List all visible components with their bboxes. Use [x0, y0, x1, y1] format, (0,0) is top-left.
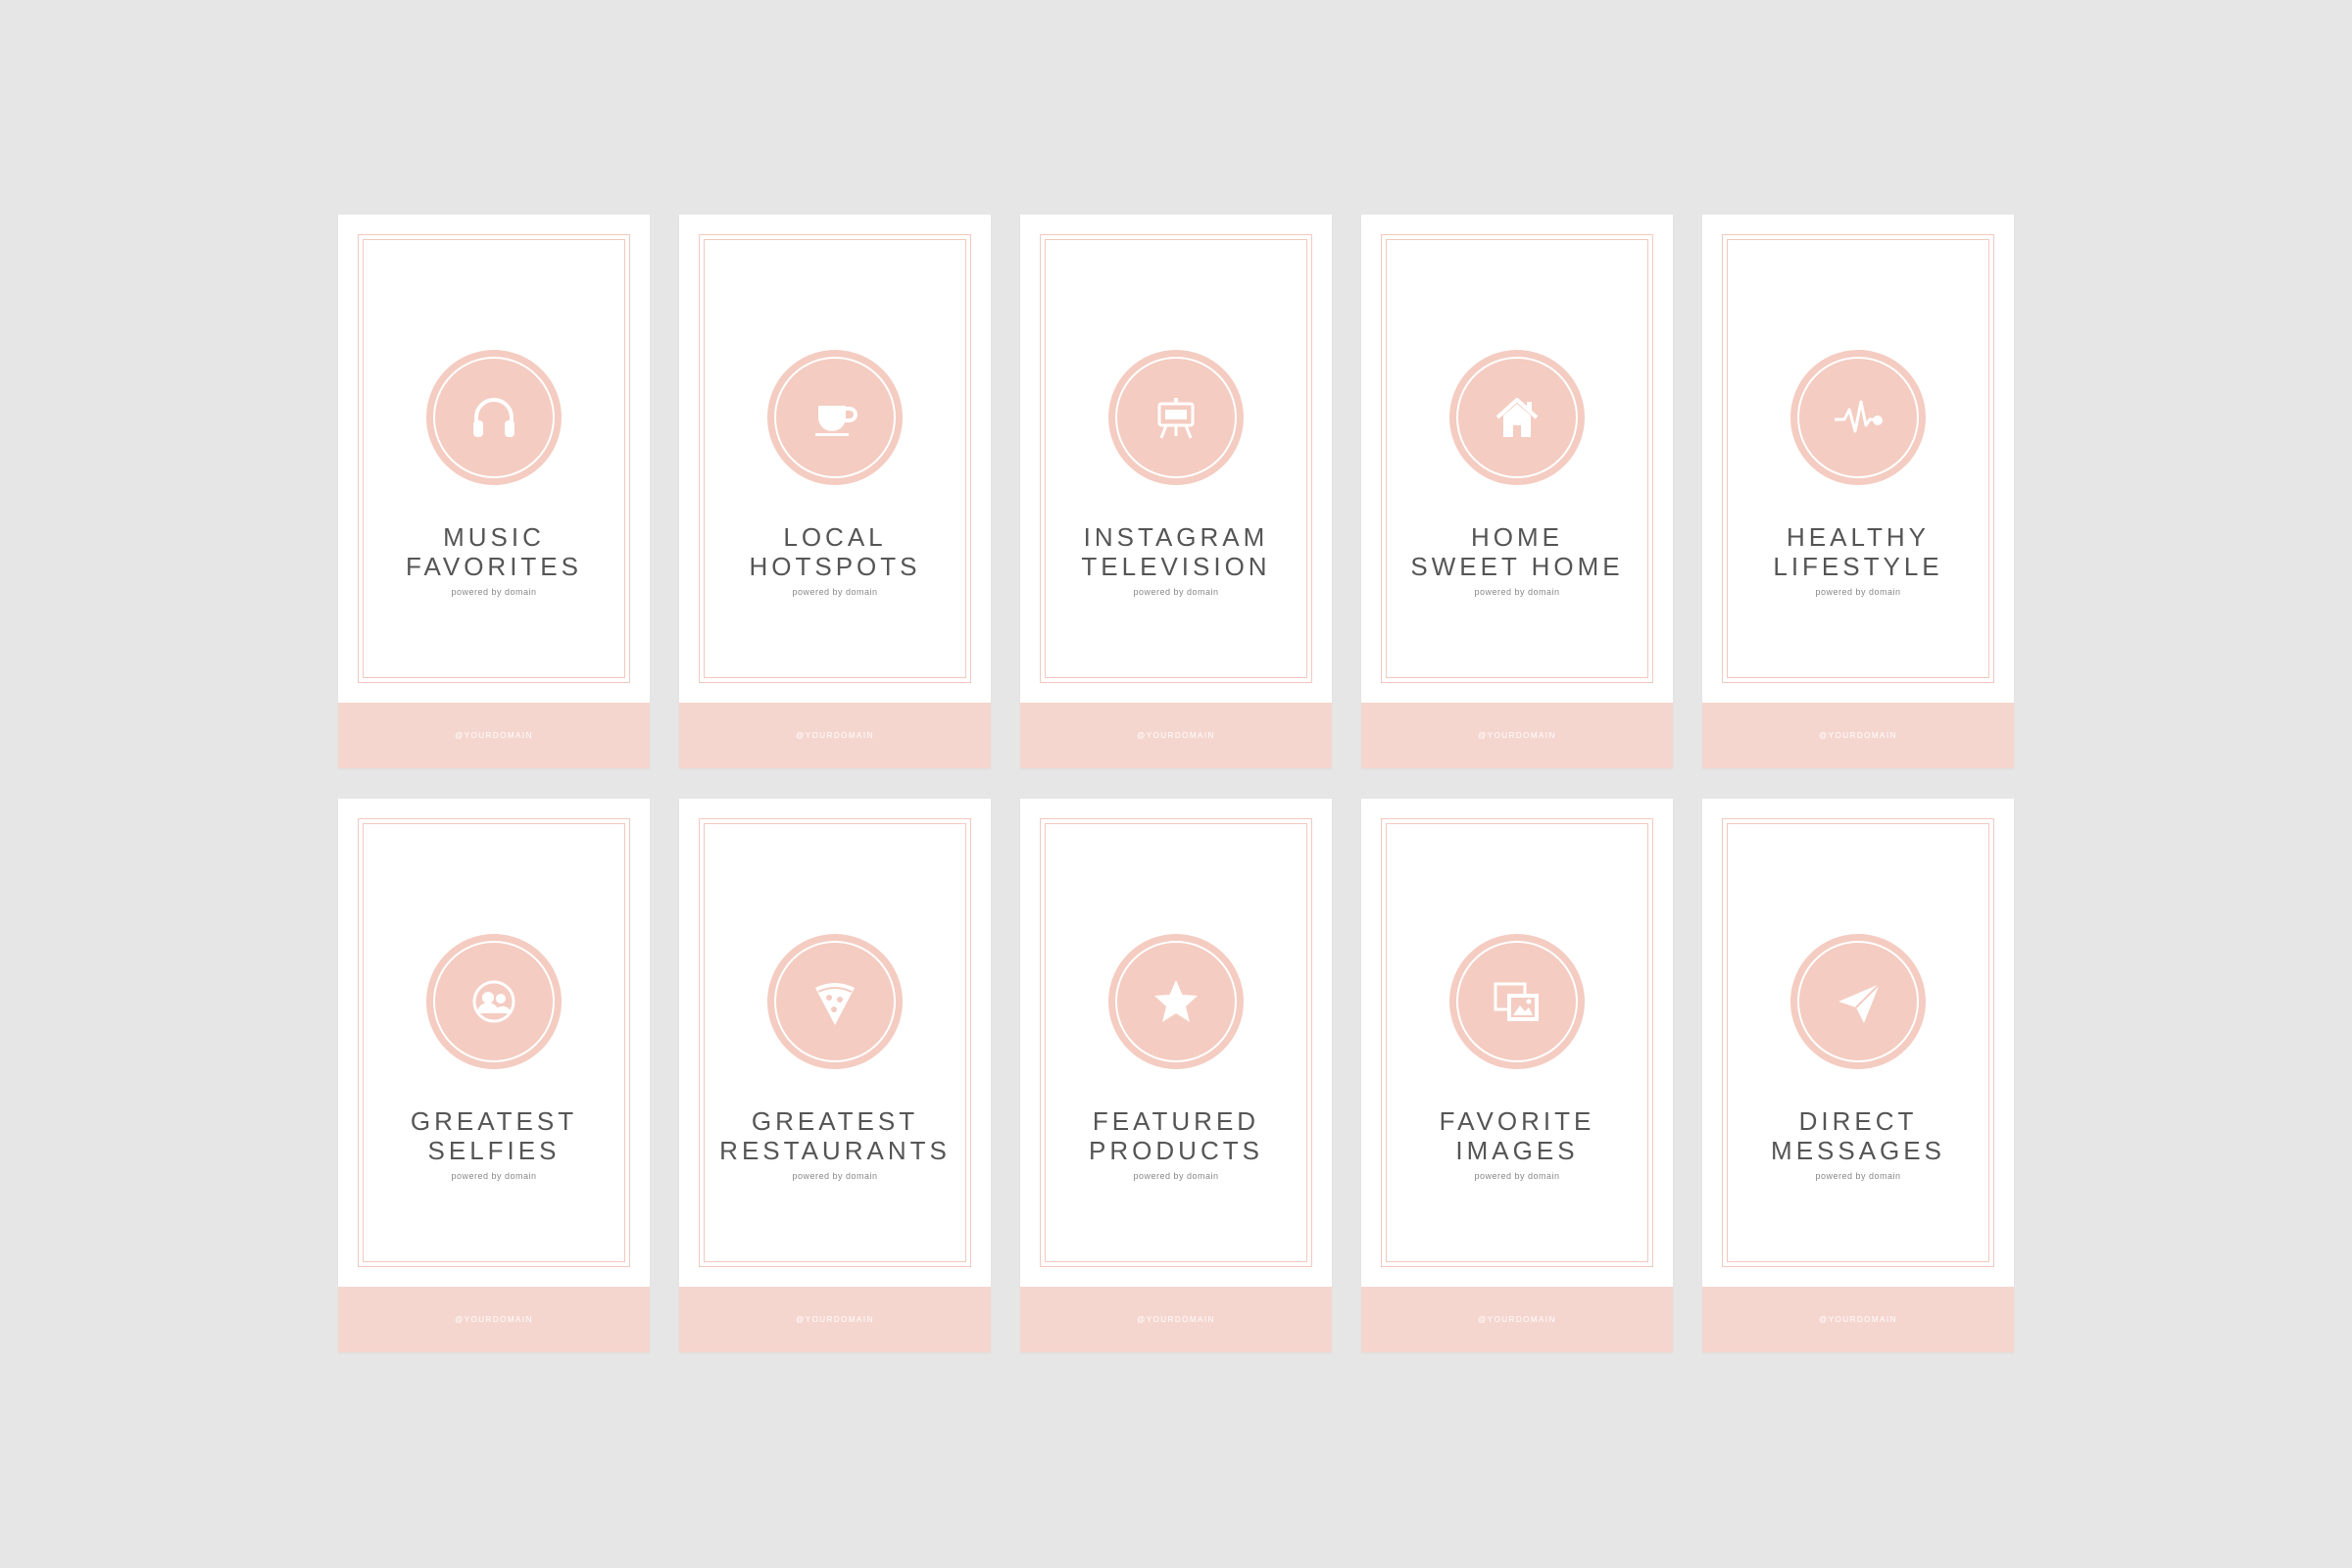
cover-footer: @YOURDOMAIN: [338, 703, 650, 768]
cover-handle: @YOURDOMAIN: [1819, 1315, 1897, 1324]
cover-title-line2: HOTSPOTS: [749, 552, 921, 581]
cover-card: GREATEST SELFIES powered by domain @YOUR…: [338, 799, 650, 1352]
highlight-covers-grid: MUSIC FAVORITES powered by domain @YOURD…: [338, 215, 2014, 1353]
headphones-icon: [473, 398, 514, 437]
cover-subtitle: powered by domain: [1474, 1171, 1560, 1181]
cover-footer: @YOURDOMAIN: [1361, 703, 1673, 768]
cover-handle: @YOURDOMAIN: [1478, 1315, 1556, 1324]
icon-badge: [1790, 934, 1926, 1069]
cover-subtitle: powered by domain: [1815, 587, 1901, 597]
cover-subtitle: powered by domain: [451, 1171, 537, 1181]
icon-badge: [1108, 350, 1244, 485]
cover-subtitle: powered by domain: [1474, 587, 1560, 597]
cover-title-line1: GREATEST: [410, 1106, 578, 1136]
cover-title-line1: FAVORITE: [1439, 1106, 1595, 1136]
cover-subtitle: powered by domain: [451, 587, 537, 597]
cover-title-line2: IMAGES: [1455, 1136, 1579, 1165]
cover-footer: @YOURDOMAIN: [1702, 1287, 2014, 1352]
cover-card: INSTAGRAM TELEVISION powered by domain @…: [1020, 215, 1332, 768]
cover-footer: @YOURDOMAIN: [1020, 703, 1332, 768]
icon-badge: [1790, 350, 1926, 485]
cover-footer: @YOURDOMAIN: [1361, 1287, 1673, 1352]
cover-subtitle: powered by domain: [1133, 1171, 1219, 1181]
house-icon: [1495, 398, 1539, 437]
icon-badge: [426, 934, 562, 1069]
cover-card: HEALTHY LIFESTYLE powered by domain @YOU…: [1702, 215, 2014, 768]
icon-badge: [767, 934, 903, 1069]
easel-tv-icon: [1157, 398, 1195, 439]
cover-subtitle: powered by domain: [1815, 1171, 1901, 1181]
cover-title-line1: FEATURED: [1092, 1106, 1260, 1136]
cover-card: HOME SWEET HOME powered by domain @YOURD…: [1361, 215, 1673, 768]
icon-badge: [1449, 934, 1585, 1069]
paper-plane-icon: [1838, 983, 1881, 1023]
cover-footer: @YOURDOMAIN: [1020, 1287, 1332, 1352]
cover-title-line2: PRODUCTS: [1089, 1136, 1263, 1165]
photos-icon: [1494, 982, 1539, 1021]
icon-badge: [767, 350, 903, 485]
cover-footer: @YOURDOMAIN: [679, 703, 991, 768]
pizza-slice-icon: [815, 983, 855, 1025]
cover-card: MUSIC FAVORITES powered by domain @YOURD…: [338, 215, 650, 768]
cover-handle: @YOURDOMAIN: [455, 1315, 533, 1324]
cover-title-line1: INSTAGRAM: [1083, 522, 1269, 552]
cover-subtitle: powered by domain: [1133, 587, 1219, 597]
cover-title-line1: HEALTHY: [1787, 522, 1930, 552]
cover-subtitle: powered by domain: [792, 1171, 878, 1181]
icon-badge: [1108, 934, 1244, 1069]
cover-title-line2: LIFESTYLE: [1773, 552, 1943, 581]
cover-footer: @YOURDOMAIN: [1702, 703, 2014, 768]
cover-handle: @YOURDOMAIN: [455, 731, 533, 740]
cover-handle: @YOURDOMAIN: [1819, 731, 1897, 740]
heartbeat-icon: [1835, 400, 1883, 433]
cover-title-line2: SWEET HOME: [1410, 552, 1624, 581]
coffee-cup-icon: [815, 406, 858, 436]
cover-title-line1: GREATEST: [751, 1106, 919, 1136]
cover-title-line1: DIRECT: [1798, 1106, 1918, 1136]
icon-badge: [426, 350, 562, 485]
people-icon: [472, 980, 515, 1023]
icon-badge: [1449, 350, 1585, 485]
cover-title-line1: HOME: [1471, 522, 1563, 552]
cover-title-line1: MUSIC: [443, 522, 545, 552]
cover-handle: @YOURDOMAIN: [1478, 731, 1556, 740]
cover-handle: @YOURDOMAIN: [796, 1315, 874, 1324]
cover-card: LOCAL HOTSPOTS powered by domain @YOURDO…: [679, 215, 991, 768]
cover-card: FEATURED PRODUCTS powered by domain @YOU…: [1020, 799, 1332, 1352]
cover-title-line1: LOCAL: [783, 522, 887, 552]
cover-footer: @YOURDOMAIN: [679, 1287, 991, 1352]
cover-title-line2: TELEVISION: [1081, 552, 1271, 581]
cover-handle: @YOURDOMAIN: [1137, 731, 1215, 740]
cover-title-line2: FAVORITES: [406, 552, 582, 581]
cover-card: DIRECT MESSAGES powered by domain @YOURD…: [1702, 799, 2014, 1352]
cover-card: FAVORITE IMAGES powered by domain @YOURD…: [1361, 799, 1673, 1352]
cover-title-line2: MESSAGES: [1771, 1136, 1945, 1165]
cover-title-line2: RESTAURANTS: [719, 1136, 951, 1165]
cover-handle: @YOURDOMAIN: [796, 731, 874, 740]
cover-card: GREATEST RESTAURANTS powered by domain @…: [679, 799, 991, 1352]
cover-handle: @YOURDOMAIN: [1137, 1315, 1215, 1324]
star-icon: [1154, 980, 1198, 1022]
cover-subtitle: powered by domain: [792, 587, 878, 597]
cover-footer: @YOURDOMAIN: [338, 1287, 650, 1352]
cover-title-line2: SELFIES: [427, 1136, 561, 1165]
